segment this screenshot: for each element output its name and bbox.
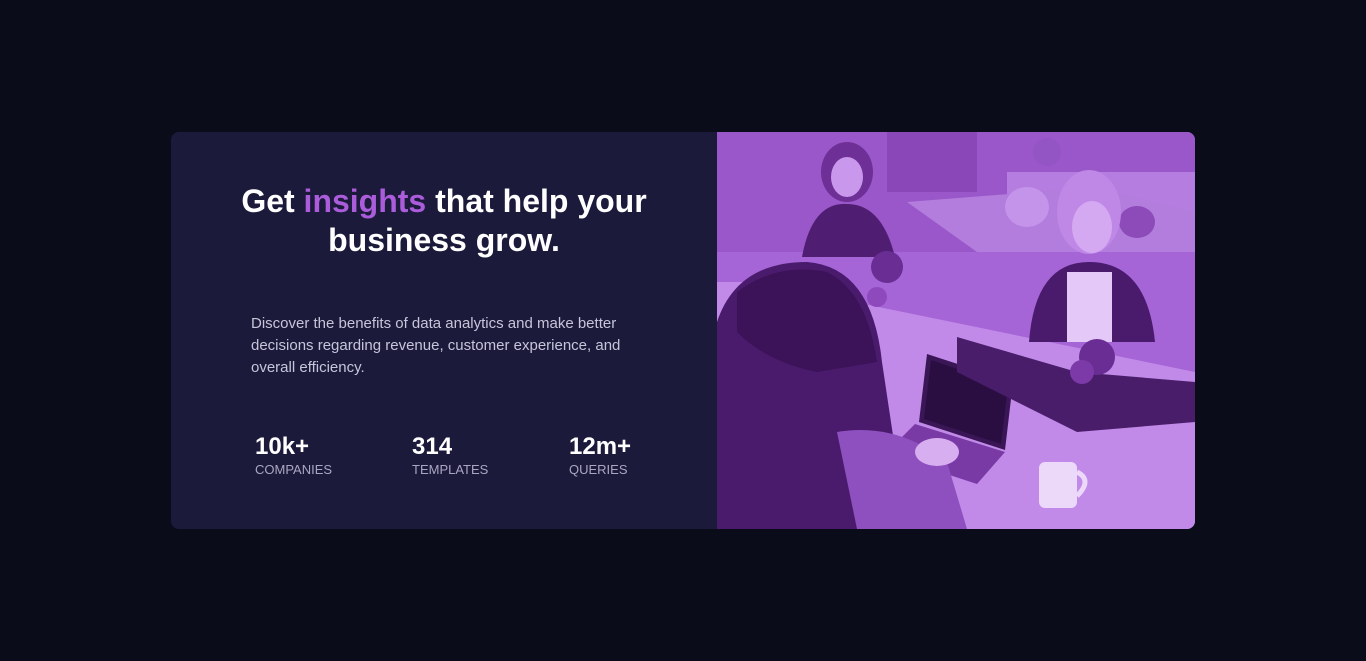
card-text-panel: Get insights that help your business gro… xyxy=(171,132,717,529)
stat-value: 314 xyxy=(412,433,453,460)
headline-accent: insights xyxy=(303,183,427,219)
stat-queries: 12m+ QUERIES xyxy=(569,432,631,477)
description-text: Discover the benefits of data analytics … xyxy=(251,315,621,376)
stat-value: 10k+ xyxy=(255,433,310,460)
headline-part1: Get xyxy=(241,183,304,219)
stat-value: 12m+ xyxy=(569,433,632,460)
stat-templates: 314 TEMPLATES xyxy=(412,432,488,477)
stat-label: TEMPLATES xyxy=(412,462,489,477)
people-working-photo xyxy=(717,132,1195,529)
header-image xyxy=(717,132,1195,529)
stat-label: COMPANIES xyxy=(255,462,333,477)
stat-label: QUERIES xyxy=(569,462,628,477)
stat-companies: 10k+ COMPANIES xyxy=(255,432,332,477)
stats-row: 10k+ COMPANIES 314 TEMPLATES 12m+ QUERIE… xyxy=(255,432,685,482)
stats-preview-card: Get insights that help your business gro… xyxy=(171,132,1195,529)
headline: Get insights that help your business gro… xyxy=(171,182,717,260)
